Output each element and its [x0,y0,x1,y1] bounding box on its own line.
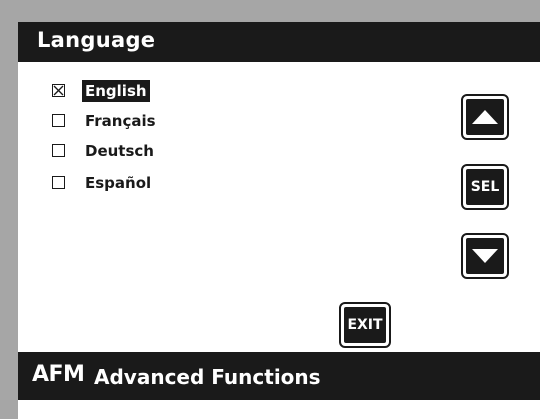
scroll-down-button[interactable] [461,233,509,279]
checkbox-icon[interactable] [52,114,65,127]
language-label: Français [85,112,156,130]
triangle-down-icon [466,238,504,274]
scroll-up-button[interactable] [461,94,509,140]
language-option-german[interactable]: Deutsch [52,140,212,162]
language-label: Español [85,174,152,192]
page-title: Language [37,28,156,52]
language-option-spanish[interactable]: Español [52,172,212,194]
checkbox-checked-icon[interactable] [52,84,65,97]
brand-name: Advanced Functions [94,365,321,389]
language-label: English [82,80,150,102]
triangle-up-icon [466,99,504,135]
select-button[interactable]: SEL [461,164,509,210]
language-option-english[interactable]: English [52,80,212,102]
language-option-french[interactable]: Français [52,110,212,132]
language-label: Deutsch [85,142,154,160]
footer-bar: AFM Advanced Functions [18,352,540,400]
language-screen: Language English Français Deutsch Españo… [18,22,540,419]
brand-logo: AFM [32,362,85,387]
select-button-label: SEL [466,169,504,205]
checkbox-icon[interactable] [52,176,65,189]
exit-button[interactable]: EXIT [339,302,391,348]
exit-button-label: EXIT [344,307,386,343]
checkbox-icon[interactable] [52,144,65,157]
title-bar: Language [18,22,540,62]
